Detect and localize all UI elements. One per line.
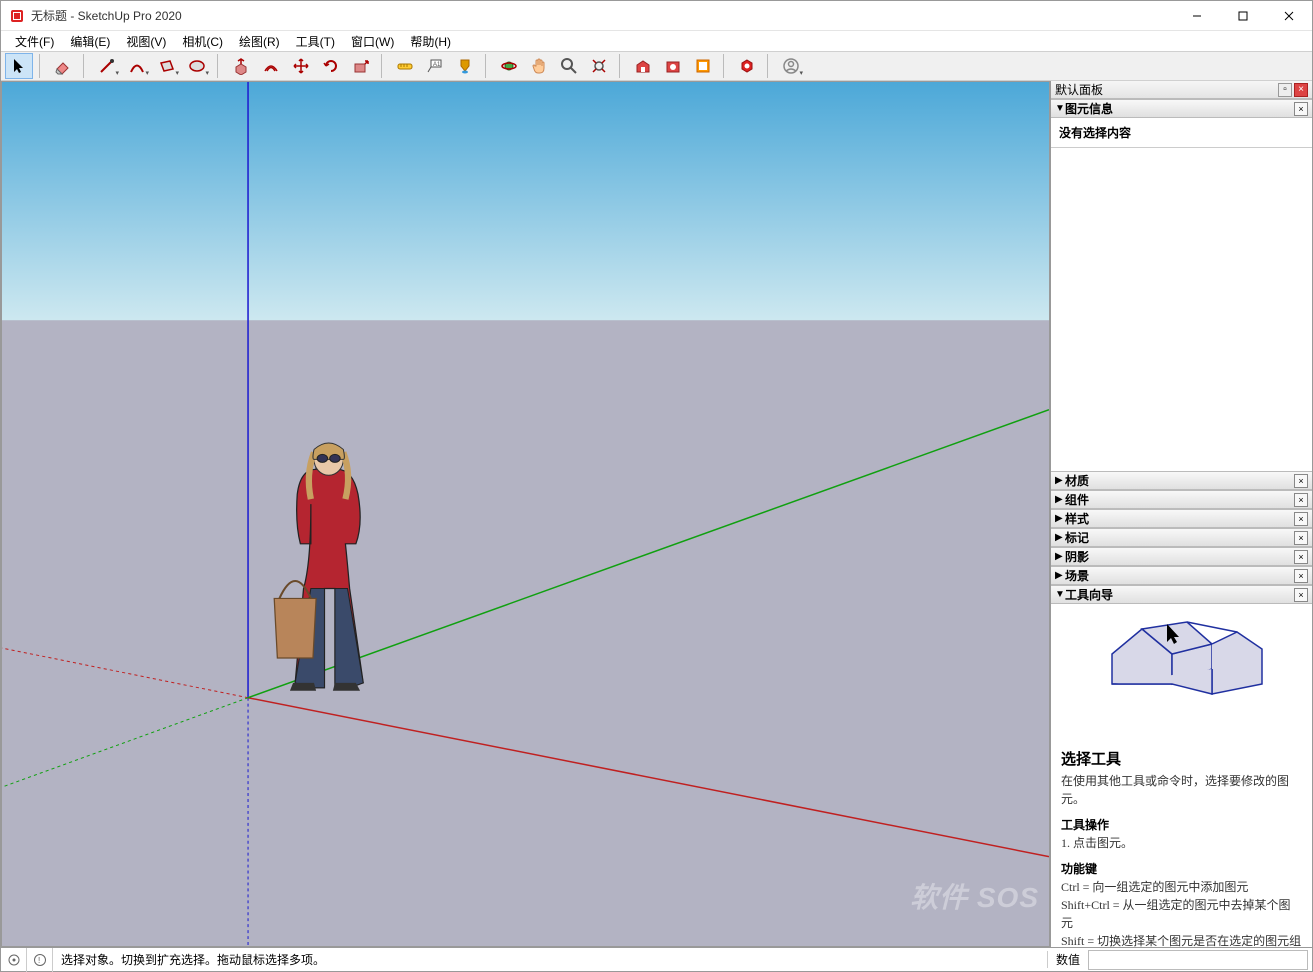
extension-tool[interactable]	[733, 53, 761, 79]
statusbar: ! 选择对象。切换到扩充选择。拖动鼠标选择多项。 数值	[1, 947, 1312, 971]
close-icon[interactable]: ×	[1294, 83, 1308, 97]
entity-info-body: 没有选择内容	[1051, 118, 1312, 148]
offset-tool[interactable]	[257, 53, 285, 79]
svg-text:A1: A1	[433, 62, 441, 68]
text-tool[interactable]: A1	[421, 53, 449, 79]
close-icon[interactable]: ×	[1294, 588, 1308, 602]
close-icon[interactable]: ×	[1294, 474, 1308, 488]
instructor-body: 选择工具 在使用其他工具或命令时，选择要修改的图元。 工具操作 1. 点击图元。…	[1051, 604, 1312, 947]
separator	[217, 54, 223, 78]
viewport[interactable]: 软件 SOS	[1, 81, 1050, 947]
line-tool[interactable]: ▾	[93, 53, 121, 79]
scale-tool[interactable]	[347, 53, 375, 79]
menu-help[interactable]: 帮助(H)	[402, 31, 459, 52]
separator	[83, 54, 89, 78]
separator	[485, 54, 491, 78]
menu-draw[interactable]: 绘图(R)	[231, 31, 288, 52]
instructor-mod-2: Shift+Ctrl = 从一组选定的图元中去掉某个图元	[1061, 896, 1302, 932]
status-message: 选择对象。切换到扩充选择。拖动鼠标选择多项。	[53, 951, 1047, 968]
instructor-mod-title: 功能键	[1061, 860, 1302, 878]
close-icon[interactable]: ×	[1294, 102, 1308, 116]
separator	[723, 54, 729, 78]
menu-file[interactable]: 文件(F)	[7, 31, 62, 52]
menu-view[interactable]: 视图(V)	[118, 31, 174, 52]
panel-materials[interactable]: ▶材质×	[1051, 471, 1312, 490]
svg-text:!: !	[38, 956, 40, 965]
separator	[39, 54, 45, 78]
orbit-tool[interactable]	[495, 53, 523, 79]
credits-button[interactable]: !	[27, 948, 53, 972]
collapse-icon: ▼	[1055, 103, 1065, 114]
arc-tool[interactable]: ▾	[123, 53, 151, 79]
menu-tools[interactable]: 工具(T)	[288, 31, 343, 52]
pin-icon[interactable]: ▫	[1278, 83, 1292, 97]
panel-styles[interactable]: ▶样式×	[1051, 509, 1312, 528]
separator	[767, 54, 773, 78]
user-tool[interactable]: ▾	[777, 53, 805, 79]
close-icon[interactable]: ×	[1294, 512, 1308, 526]
move-tool[interactable]	[287, 53, 315, 79]
paint-tool[interactable]	[451, 53, 479, 79]
separator	[619, 54, 625, 78]
toolbar: ▾ ▾ ▾ ▾ A1 ▾	[1, 51, 1312, 81]
rectangle-tool[interactable]: ▾	[153, 53, 181, 79]
rotate-tool[interactable]	[317, 53, 345, 79]
circle-tool[interactable]: ▾	[183, 53, 211, 79]
panel-shadows[interactable]: ▶阴影×	[1051, 547, 1312, 566]
instructor-op-1: 1. 点击图元。	[1061, 834, 1302, 852]
zoom-extents-tool[interactable]	[585, 53, 613, 79]
instructor-op-title: 工具操作	[1061, 816, 1302, 834]
entity-empty-label: 没有选择内容	[1051, 118, 1312, 147]
maximize-button[interactable]	[1220, 1, 1266, 31]
pushpull-tool[interactable]	[227, 53, 255, 79]
warehouse-ext-tool[interactable]	[659, 53, 687, 79]
panel-components[interactable]: ▶组件×	[1051, 490, 1312, 509]
instructor-mod-3: Shift = 切换选择某个图元是否在选定的图元组中	[1061, 932, 1302, 948]
close-icon[interactable]: ×	[1294, 550, 1308, 564]
tray-header[interactable]: 默认面板 ▫ ×	[1051, 81, 1312, 99]
eraser-tool[interactable]	[49, 53, 77, 79]
panel-scenes[interactable]: ▶场景×	[1051, 566, 1312, 585]
menu-window[interactable]: 窗口(W)	[343, 31, 402, 52]
menu-edit[interactable]: 编辑(E)	[62, 31, 118, 52]
main-area: 软件 SOS 默认面板 ▫ × ▼ 图元信息 × 没有选择内容 ▶材质× ▶组件…	[1, 81, 1312, 947]
entity-info-fill	[1051, 148, 1312, 471]
measurement-input[interactable]	[1088, 950, 1308, 970]
geolocation-button[interactable]	[1, 948, 27, 972]
window-title: 无标题 - SketchUp Pro 2020	[31, 7, 1174, 24]
default-tray: 默认面板 ▫ × ▼ 图元信息 × 没有选择内容 ▶材质× ▶组件× ▶样式× …	[1050, 81, 1312, 947]
close-icon[interactable]: ×	[1294, 493, 1308, 507]
close-button[interactable]	[1266, 1, 1312, 31]
warehouse-3d-tool[interactable]	[629, 53, 657, 79]
minimize-button[interactable]	[1174, 1, 1220, 31]
instructor-tool-name: 选择工具	[1061, 749, 1302, 772]
panel-entity-info[interactable]: ▼ 图元信息 ×	[1051, 99, 1312, 118]
tape-tool[interactable]	[391, 53, 419, 79]
app-icon	[9, 8, 25, 24]
pan-tool[interactable]	[525, 53, 553, 79]
menubar: 文件(F) 编辑(E) 视图(V) 相机(C) 绘图(R) 工具(T) 窗口(W…	[1, 31, 1312, 51]
instructor-mod-1: Ctrl = 向一组选定的图元中添加图元	[1061, 878, 1302, 896]
layout-tool[interactable]	[689, 53, 717, 79]
select-tool[interactable]	[5, 53, 33, 79]
panel-tags[interactable]: ▶标记×	[1051, 528, 1312, 547]
close-icon[interactable]: ×	[1294, 531, 1308, 545]
panel-instructor[interactable]: ▼工具向导×	[1051, 585, 1312, 604]
tray-title: 默认面板	[1055, 81, 1103, 98]
instructor-graphic	[1092, 614, 1272, 734]
zoom-tool[interactable]	[555, 53, 583, 79]
instructor-tool-desc: 在使用其他工具或命令时，选择要修改的图元。	[1061, 772, 1302, 808]
titlebar: 无标题 - SketchUp Pro 2020	[1, 1, 1312, 31]
separator	[381, 54, 387, 78]
vbox-label: 数值	[1047, 951, 1088, 968]
menu-camera[interactable]: 相机(C)	[174, 31, 231, 52]
close-icon[interactable]: ×	[1294, 569, 1308, 583]
